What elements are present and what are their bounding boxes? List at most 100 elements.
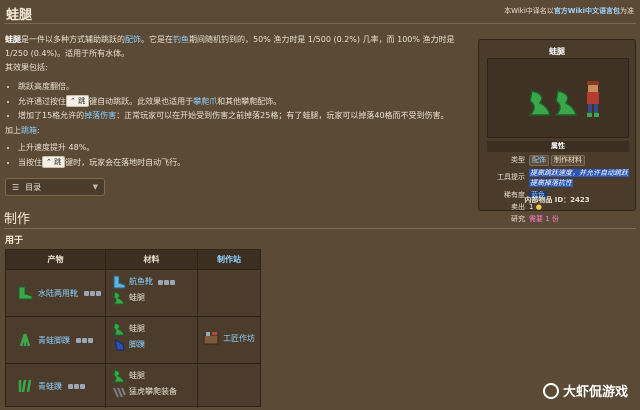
tooltip-label: 工具提示 bbox=[497, 173, 525, 181]
chevron-down-icon: ▼ bbox=[92, 183, 98, 191]
header-product: 产物 bbox=[6, 250, 106, 269]
list-item: 跳跃高度翻倍。 bbox=[18, 80, 478, 95]
research-label: 研究 bbox=[511, 215, 525, 223]
toc-label: 目录 bbox=[25, 182, 42, 192]
fall-damage-link[interactable]: 掉落伤害 bbox=[84, 111, 116, 120]
list-item: 上升速度提升 48%。 bbox=[18, 141, 458, 156]
effects-label: 其效果包括: bbox=[5, 63, 48, 72]
header-station[interactable]: 制作站 bbox=[198, 250, 260, 269]
effect-text: 跳跃高度翻倍。 bbox=[18, 82, 74, 91]
effects-list: 跳跃高度翻倍。 允许通过按住⌃ 跳键自动跳跃。此效果也适用于攀爬爪和其他攀爬配饰… bbox=[18, 80, 478, 124]
used-in-heading: 用于 bbox=[5, 236, 24, 246]
translation-note-tail: 为准 bbox=[620, 7, 634, 15]
platform-icons bbox=[68, 383, 85, 389]
material-link[interactable]: 航鱼靴 bbox=[129, 274, 153, 290]
product-cell: 青蛙蹼 bbox=[6, 364, 106, 408]
intro-paragraph: 蛙腿是一件以多种方式辅助跳跃的配饰。它是在钓鱼期间随机钓到的，50% 渔力时是 … bbox=[5, 33, 475, 61]
properties-list: 类型 配饰 制作材料 工具提示 提高跳跃速度，并允许自动跳跃 提高掉落抗性 稀有度… bbox=[487, 155, 629, 226]
material-name[interactable]: 蛙腿 bbox=[129, 290, 145, 306]
internal-id: 内部物品 ID：2423 bbox=[524, 196, 590, 204]
tooltip-value: 提高跳跃速度，并允许自动跳跃 提高掉落抗性 bbox=[529, 168, 629, 188]
material-name[interactable]: 猛虎攀爬装备 bbox=[129, 384, 177, 400]
jump-box-list: 上升速度提升 48%。 当按住⌃ 跳键时，玩家会在落地时自动飞行。 bbox=[18, 141, 458, 170]
effect-text: 当按住 bbox=[18, 157, 42, 167]
infobox-image bbox=[487, 58, 629, 138]
materials-cell: 航鱼靴 蛙腿 bbox=[106, 270, 198, 316]
recipe-table: 产物 材料 制作站 水陆两用靴 航鱼靴 蛙腿 青蛙脚蹼 蛙腿 脚蹼 青蛙蹼 蛙腿… bbox=[5, 249, 261, 408]
intro-text: 。它是在 bbox=[141, 35, 173, 44]
watermark-logo-icon bbox=[542, 382, 559, 399]
toc-toggle[interactable]: ☰ 目录 ▼ bbox=[5, 178, 105, 196]
station-link[interactable]: 工匠作坊 bbox=[223, 333, 255, 344]
translation-note-link[interactable]: 官方Wiki中文语言包 bbox=[554, 7, 620, 15]
material-line: 猛虎攀爬装备 bbox=[112, 384, 191, 400]
material-link[interactable]: 脚蹼 bbox=[129, 337, 145, 353]
translation-note-text: 本Wiki中译名以 bbox=[504, 7, 554, 15]
tooltip-row: 工具提示 提高跳跃速度，并允许自动跳跃 提高掉落抗性 bbox=[487, 168, 629, 188]
product-cell: 水陆两用靴 bbox=[6, 270, 106, 316]
infobox-title: 蛙腿 bbox=[549, 47, 565, 56]
fishing-link[interactable]: 钓鱼 bbox=[173, 35, 189, 44]
intro-bold-name: 蛙腿 bbox=[5, 35, 21, 44]
frog-leg-sprite bbox=[528, 81, 599, 117]
tinkerers-workshop-icon bbox=[203, 332, 219, 345]
header-materials: 材料 bbox=[106, 250, 198, 269]
effect-text: 和其他攀爬配饰。 bbox=[217, 96, 282, 106]
frog-leg-icon bbox=[112, 369, 125, 383]
item-infobox: 蛙腿 属性 类型 配饰 制作材料 工具提示 提高跳跃速度，并允许自动跳跃 提高掉落… bbox=[478, 39, 636, 223]
crafting-divider bbox=[4, 228, 636, 229]
materials-cell: 蛙腿 猛虎攀爬装备 bbox=[106, 364, 198, 408]
crafting-heading: 制作 bbox=[4, 212, 31, 227]
accessory-link[interactable]: 配饰 bbox=[125, 35, 141, 44]
material-line: 脚蹼 bbox=[112, 337, 191, 353]
effect-text: 键时，玩家会在落地时自动飞行。 bbox=[65, 157, 186, 167]
watermark: 大虾侃游戏 bbox=[542, 381, 628, 400]
material-line: 蛙腿 bbox=[112, 321, 191, 337]
station-cell: 工匠作坊 bbox=[198, 270, 260, 406]
platform-icons bbox=[158, 279, 175, 285]
recipe-table-header: 产物 材料 制作站 bbox=[6, 250, 260, 270]
effect-text: 增加了15格允许的 bbox=[18, 111, 85, 120]
list-item: 允许通过按住⌃ 跳键自动跳跃。此效果也适用于攀爬爪和其他攀爬配饰。 bbox=[18, 94, 478, 110]
page-title: 蛙腿 bbox=[6, 8, 33, 23]
list-icon: ☰ bbox=[12, 182, 20, 192]
type-tag-accessory[interactable]: 配饰 bbox=[529, 155, 549, 166]
effect-text: 允许通过按住 bbox=[18, 96, 66, 106]
tiger-climbing-gear-icon bbox=[113, 387, 126, 398]
frog-gear-icon bbox=[18, 379, 32, 393]
type-label: 类型 bbox=[511, 156, 525, 164]
product-link[interactable]: 水陆两用靴 bbox=[38, 288, 78, 299]
jump-box-label: 加上跳箱: bbox=[5, 125, 40, 136]
type-value: 配饰 制作材料 bbox=[529, 155, 629, 166]
type-tag-material[interactable]: 制作材料 bbox=[551, 155, 585, 166]
product-link[interactable]: 青蛙蹼 bbox=[38, 381, 62, 392]
list-item: 当按住⌃ 跳键时，玩家会在落地时自动飞行。 bbox=[18, 155, 458, 171]
platform-icons bbox=[76, 337, 93, 343]
plus-text: 加上 bbox=[5, 126, 21, 135]
effect-text: 上升速度提升 48%。 bbox=[18, 143, 95, 152]
research-value: 需要 1 份 bbox=[529, 215, 559, 223]
material-name[interactable]: 蛙腿 bbox=[129, 321, 145, 337]
list-item: 增加了15格允许的掉落伤害：正常玩家可以在开始受到伤害之前掉落25格；有了蛙腿，… bbox=[18, 109, 478, 124]
tooltip-line-1: 提高跳跃速度，并允许自动跳跃 bbox=[529, 169, 629, 177]
material-line: 航鱼靴 bbox=[112, 274, 191, 290]
translation-note: 本Wiki中译名以官方Wiki中文语言包为准 bbox=[504, 6, 634, 16]
tooltip-line-2: 提高掉落抗性 bbox=[529, 179, 573, 187]
title-divider bbox=[4, 23, 636, 24]
flipper-icon bbox=[114, 339, 125, 351]
sailfish-boots-icon bbox=[113, 275, 126, 289]
frog-flipper-icon bbox=[19, 333, 31, 347]
material-name[interactable]: 蛙腿 bbox=[129, 368, 145, 384]
material-line: 蛙腿 bbox=[112, 368, 191, 384]
intro-text: 是一件以多种方式辅助跳跃的 bbox=[21, 35, 125, 44]
research-cell: 需要 1 份 bbox=[529, 214, 629, 224]
platform-icons bbox=[84, 290, 101, 296]
frog-leg-icon bbox=[112, 291, 125, 305]
climbing-claws-link[interactable]: 攀爬爪 bbox=[193, 97, 217, 106]
jump-box-link[interactable]: 跳箱 bbox=[21, 126, 37, 135]
watermark-text: 大虾侃游戏 bbox=[562, 385, 628, 400]
frog-leg-icon bbox=[112, 322, 125, 336]
materials-cell: 蛙腿 脚蹼 bbox=[106, 317, 198, 363]
product-link[interactable]: 青蛙脚蹼 bbox=[38, 335, 70, 346]
properties-header: 属性 bbox=[487, 141, 629, 152]
